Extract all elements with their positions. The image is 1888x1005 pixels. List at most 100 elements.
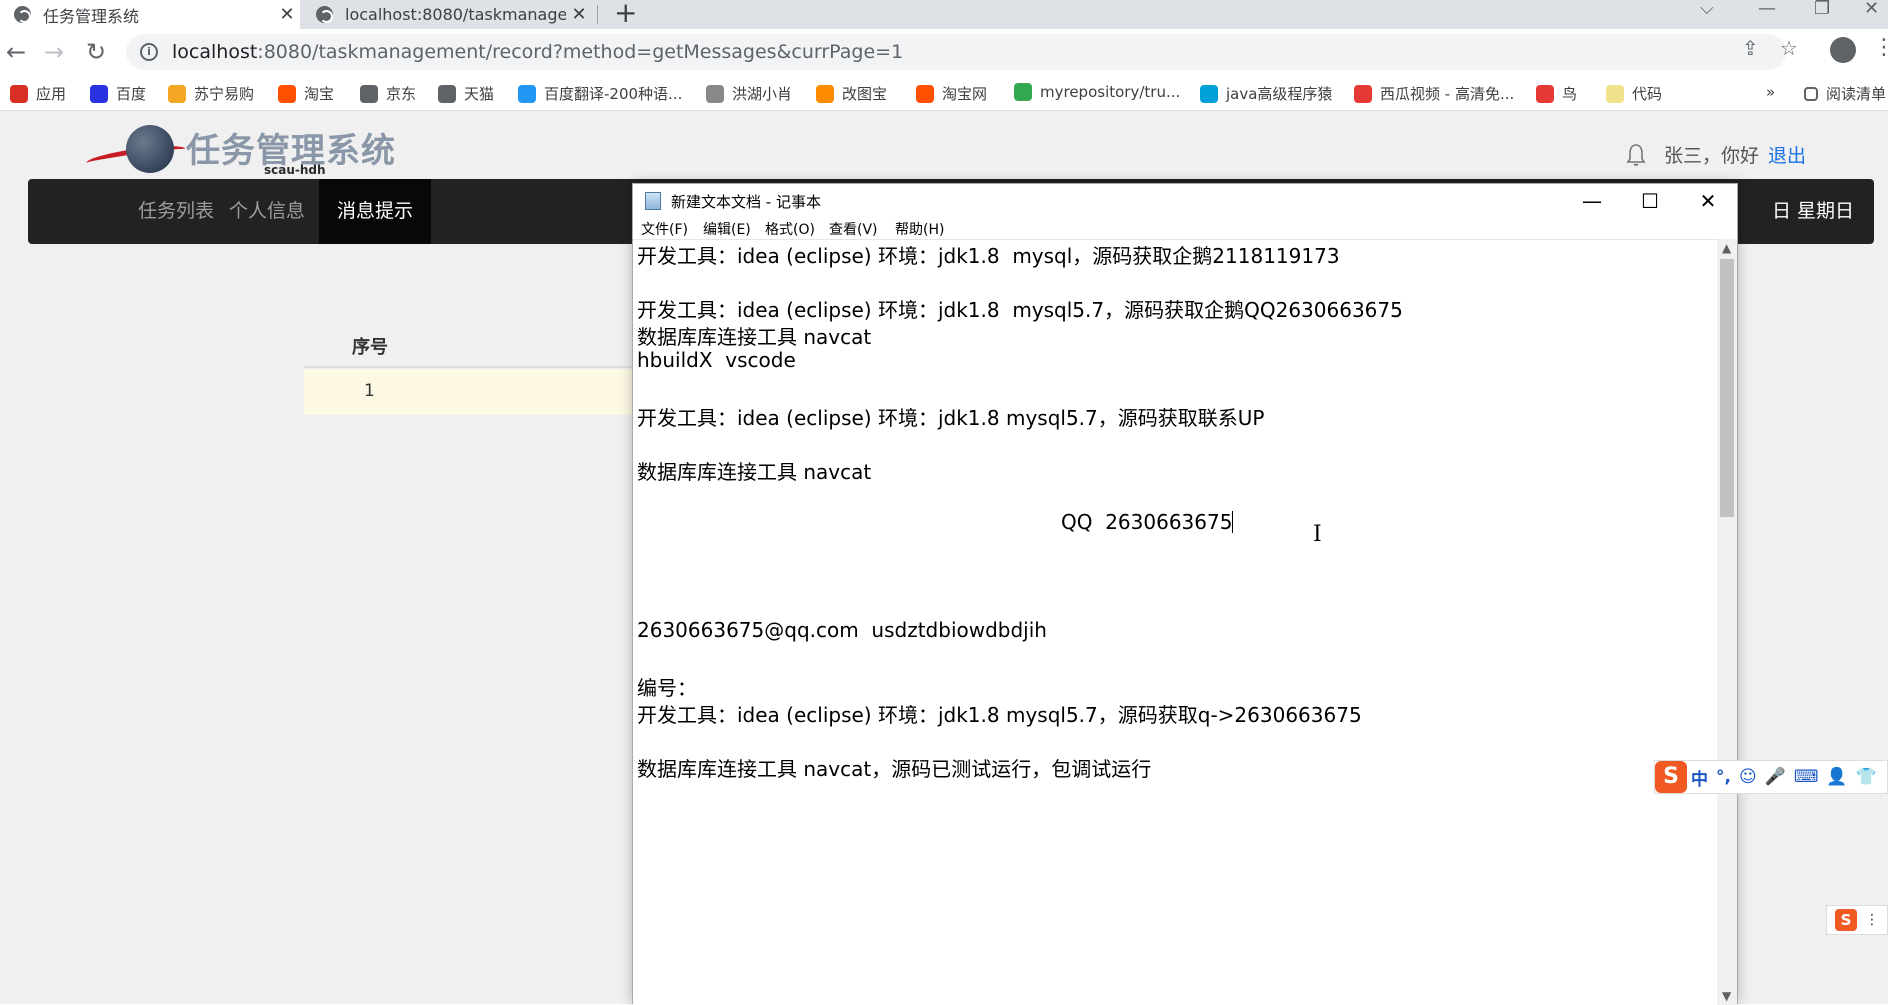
bookmark-suning[interactable]: 苏宁易购 bbox=[168, 83, 254, 104]
menu-view[interactable]: 查看(V) bbox=[829, 219, 878, 239]
notepad-menubar: 文件(F) 编辑(E) 格式(O) 查看(V) 帮助(H) bbox=[633, 217, 1737, 239]
menu-kebab-icon[interactable]: ⋮ bbox=[1873, 35, 1888, 60]
new-tab-button[interactable]: + bbox=[614, 0, 637, 29]
globe-icon bbox=[438, 84, 456, 103]
bookmark-apps[interactable]: 应用 bbox=[10, 83, 66, 104]
scroll-down-icon[interactable]: ▼ bbox=[1722, 989, 1731, 1003]
vertical-scrollbar[interactable]: ▲ ▼ bbox=[1717, 239, 1737, 1005]
suning-icon bbox=[168, 84, 186, 103]
ime-keyboard-icon[interactable]: ⌨ bbox=[1794, 767, 1819, 787]
text-line: 数据库库连接工具 navcat，源码已测试运行，包调试运行 bbox=[637, 757, 1152, 781]
browser-toolbar: ← → ↻ i localhost:8080/taskmanagement/re… bbox=[0, 29, 1888, 75]
table-row[interactable] bbox=[304, 369, 634, 415]
apps-grid-icon bbox=[10, 84, 28, 103]
maximize-button[interactable]: ☐ bbox=[1621, 186, 1679, 216]
nav-messages[interactable]: 消息提示 bbox=[319, 179, 432, 244]
back-button[interactable]: ← bbox=[6, 38, 26, 66]
sogou-logo-icon[interactable]: S bbox=[1655, 761, 1687, 793]
notepad-titlebar[interactable]: 新建文本文档 - 记事本 — ☐ ✕ bbox=[633, 184, 1737, 217]
forward-button[interactable]: → bbox=[44, 38, 64, 66]
tab-localhost[interactable]: localhost:8080/taskmanageme ✕ bbox=[302, 0, 592, 29]
reload-button[interactable]: ↻ bbox=[86, 38, 106, 66]
bird-icon bbox=[1536, 84, 1554, 103]
bookmarks-bar: 应用 百度 苏宁易购 淘宝 京东 天猫 百度翻译-200种语... 洪湖小肖 改… bbox=[0, 75, 1888, 111]
text-line: hbuildX vscode bbox=[637, 348, 796, 372]
bell-icon[interactable] bbox=[1626, 143, 1646, 167]
ime-punctuation-icon[interactable]: °, bbox=[1716, 767, 1731, 787]
logout-link[interactable]: 退出 bbox=[1768, 141, 1806, 168]
ime-mini-toolbar[interactable]: S ⋮ bbox=[1826, 905, 1888, 935]
ime-chinese-mode[interactable]: 中 bbox=[1691, 765, 1708, 790]
tab-separator bbox=[597, 5, 598, 24]
bookmark-taobao-net[interactable]: 淘宝网 bbox=[916, 83, 987, 104]
menu-help[interactable]: 帮助(H) bbox=[895, 219, 944, 239]
ime-toolbar[interactable]: S 中 °, ☺ 🎤 ⌨ 👤 👕 bbox=[1654, 760, 1888, 794]
table-header-divider bbox=[304, 366, 634, 368]
taobao-icon bbox=[278, 84, 296, 103]
notepad-text-area[interactable]: 开发工具：idea (eclipse) 环境：jdk1.8 mysql，源码获取… bbox=[633, 239, 1717, 1005]
address-bar[interactable]: i localhost:8080/taskmanagement/record?m… bbox=[126, 34, 1786, 70]
scroll-up-icon[interactable]: ▲ bbox=[1722, 241, 1731, 255]
url-text[interactable]: localhost:8080/taskmanagement/record?met… bbox=[172, 41, 903, 63]
user-greeting: 张三，你好 bbox=[1664, 145, 1760, 167]
bookmark-honghu[interactable]: 洪湖小肖 bbox=[706, 83, 792, 104]
text-line: QQ 2630663675 bbox=[1061, 510, 1234, 534]
close-window-button[interactable]: ✕ bbox=[1864, 0, 1879, 19]
bird-icon bbox=[706, 84, 724, 103]
text-line: 数据库库连接工具 navcat bbox=[637, 460, 872, 484]
tab-title: 任务管理系统 bbox=[43, 6, 140, 26]
text-line: 开发工具：idea (eclipse) 环境：jdk1.8 mysql5.7，源… bbox=[637, 406, 1265, 430]
app-logo[interactable]: 任务管理系统 scau-hdh bbox=[85, 119, 426, 179]
tab-search-icon[interactable]: ⌵ bbox=[1700, 0, 1714, 19]
bilibili-icon bbox=[1200, 84, 1218, 103]
folder-icon bbox=[1606, 84, 1624, 103]
globe-icon bbox=[126, 125, 174, 173]
bookmark-gaitubao[interactable]: 改图宝 bbox=[816, 83, 887, 104]
globe-icon bbox=[14, 6, 31, 23]
translate-icon bbox=[518, 84, 536, 103]
close-tab-icon[interactable]: ✕ bbox=[274, 4, 300, 25]
bookmark-baidu-translate[interactable]: 百度翻译-200种语... bbox=[518, 83, 682, 104]
menu-edit[interactable]: 编辑(E) bbox=[703, 219, 751, 239]
text-line: 开发工具：idea (eclipse) 环境：jdk1.8 mysql5.7，源… bbox=[637, 703, 1362, 727]
bookmark-baidu[interactable]: 百度 bbox=[90, 83, 146, 104]
ime-user-icon[interactable]: 👤 bbox=[1826, 767, 1847, 787]
bookmark-star-icon[interactable]: ☆ bbox=[1780, 36, 1798, 60]
menu-file[interactable]: 文件(F) bbox=[641, 219, 688, 239]
scrollbar-thumb[interactable] bbox=[1720, 259, 1734, 517]
bookmark-myrepository[interactable]: myrepository/tru... bbox=[1014, 83, 1180, 101]
site-info-icon[interactable]: i bbox=[140, 43, 158, 61]
ime-microphone-icon[interactable]: 🎤 bbox=[1765, 767, 1786, 787]
ime-menu-icon[interactable]: ⋮ bbox=[1865, 912, 1879, 928]
sogou-logo-icon[interactable]: S bbox=[1835, 909, 1857, 931]
table-cell-index: 1 bbox=[364, 381, 375, 401]
nav-personal-info[interactable]: 个人信息 bbox=[211, 179, 323, 244]
notepad-title: 新建文本文档 - 记事本 bbox=[671, 193, 821, 211]
bookmark-java[interactable]: java高级程序猿 bbox=[1200, 83, 1332, 104]
more-bookmarks-button[interactable]: » bbox=[1766, 83, 1775, 101]
ime-skin-icon[interactable]: 👕 bbox=[1856, 767, 1877, 787]
bookmark-xigua[interactable]: 西瓜视频 - 高清免... bbox=[1354, 83, 1514, 104]
minimize-button[interactable]: — bbox=[1758, 0, 1776, 19]
bookmark-code[interactable]: 代码 bbox=[1606, 83, 1662, 104]
reading-list-button[interactable]: 阅读清单 bbox=[1804, 83, 1886, 104]
bookmark-niao[interactable]: 鸟 bbox=[1536, 83, 1577, 104]
minimize-button[interactable]: — bbox=[1563, 186, 1621, 216]
bookmark-taobao[interactable]: 淘宝 bbox=[278, 83, 334, 104]
reading-list-icon bbox=[1804, 86, 1818, 101]
text-line: 开发工具：idea (eclipse) 环境：jdk1.8 mysql，源码获取… bbox=[637, 244, 1340, 268]
ime-emoji-icon[interactable]: ☺ bbox=[1739, 767, 1757, 787]
share-icon[interactable]: ⇪ bbox=[1742, 36, 1759, 60]
profile-avatar[interactable] bbox=[1830, 37, 1856, 63]
restore-button[interactable]: ❐ bbox=[1814, 0, 1830, 19]
bookmark-tmall[interactable]: 天猫 bbox=[438, 83, 494, 104]
text-caret bbox=[1232, 511, 1234, 533]
close-tab-icon[interactable]: ✕ bbox=[566, 4, 592, 25]
menu-format[interactable]: 格式(O) bbox=[765, 219, 815, 239]
notepad-window: 新建文本文档 - 记事本 — ☐ ✕ 文件(F) 编辑(E) 格式(O) 查看(… bbox=[632, 183, 1738, 1005]
close-button[interactable]: ✕ bbox=[1679, 186, 1737, 216]
bookmark-jd[interactable]: 京东 bbox=[360, 83, 416, 104]
tab-title: localhost:8080/taskmanageme bbox=[345, 5, 566, 24]
tab-task-system[interactable]: 任务管理系统 ✕ bbox=[0, 0, 300, 29]
baidu-paw-icon bbox=[90, 84, 108, 103]
